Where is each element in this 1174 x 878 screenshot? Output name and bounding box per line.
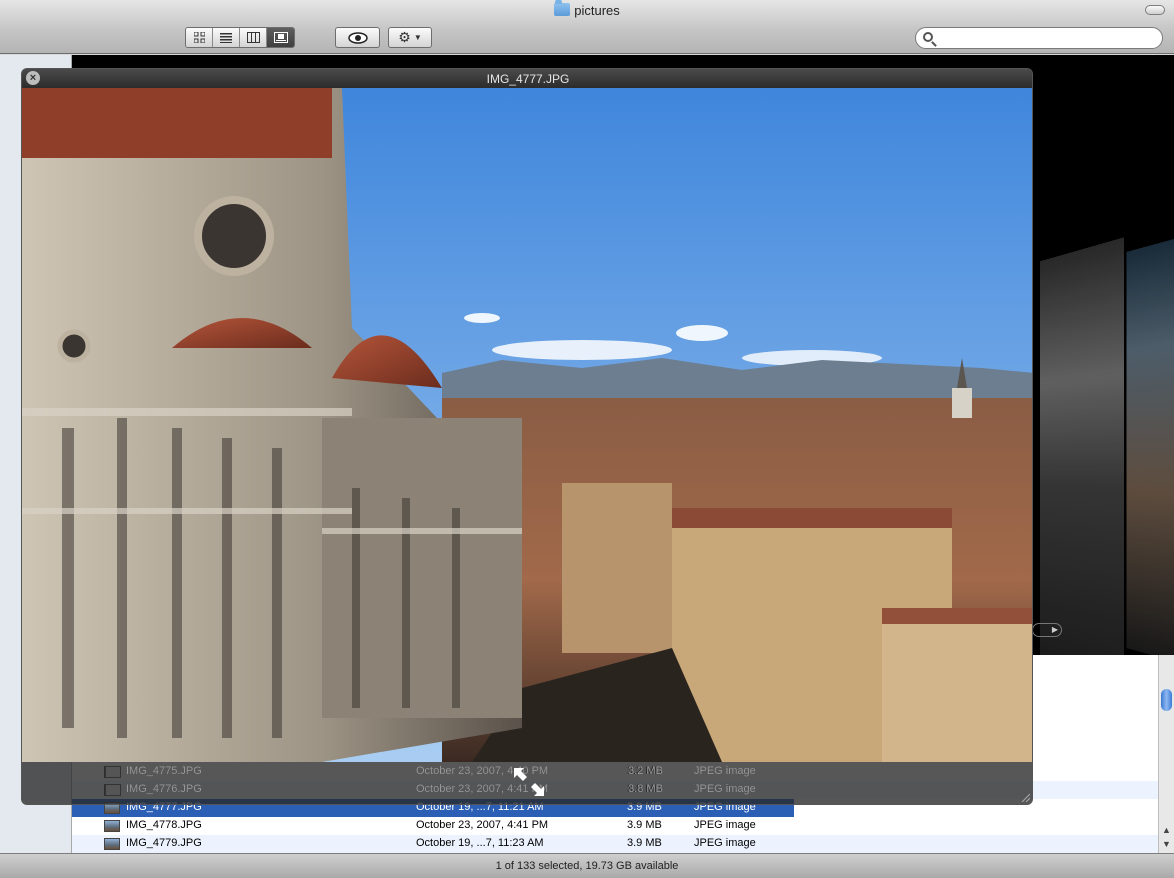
quick-look-panel: × IMG_4777.JPG IMG_4775.JPG October 23, … xyxy=(21,68,1033,805)
file-kind: JPEG image xyxy=(694,783,756,795)
fullscreen-icon[interactable] xyxy=(512,766,546,798)
coverflow-scrollbar[interactable]: ▶ xyxy=(1032,623,1062,637)
file-thumbnail xyxy=(105,766,121,778)
action-menu-button[interactable]: ⚙ ▼ xyxy=(388,27,432,48)
quick-look-button[interactable] xyxy=(335,27,380,48)
status-text: 1 of 133 selected, 19.73 GB available xyxy=(495,860,679,872)
file-kind: JPEG image xyxy=(694,819,756,831)
file-name: IMG_4778.JPG xyxy=(126,819,202,831)
file-size: 3.9 MB xyxy=(627,819,662,831)
file-row[interactable]: IMG_4778.JPG October 23, 2007, 4:41 PM 3.9… xyxy=(72,817,1158,835)
file-date: October 19, ...7, 11:23 AM xyxy=(416,837,544,849)
quick-look-title: IMG_4777.JPG xyxy=(486,72,570,86)
coverflow-view-button[interactable] xyxy=(267,28,294,47)
status-bar: 1 of 133 selected, 19.73 GB available xyxy=(0,853,1174,878)
vertical-scrollbar[interactable]: ▲ ▼ xyxy=(1158,655,1174,853)
file-name: IMG_4779.JPG xyxy=(126,837,202,849)
column-view-icon xyxy=(246,32,260,43)
search-input[interactable] xyxy=(938,30,1156,46)
file-thumbnail xyxy=(104,820,120,832)
file-size: 3.2 MB xyxy=(628,765,663,777)
florence-cathedral-photo xyxy=(22,88,1032,762)
search-field[interactable] xyxy=(915,27,1163,49)
file-kind: JPEG image xyxy=(694,837,756,849)
folder-icon xyxy=(554,0,571,16)
window-title: pictures xyxy=(0,0,1174,18)
file-row[interactable]: IMG_4779.JPG October 19, ...7, 11:23 AM 3.… xyxy=(72,835,1158,853)
view-mode-selector xyxy=(185,27,295,48)
window-title-text: pictures xyxy=(574,3,620,18)
file-size: 3.9 MB xyxy=(627,837,662,849)
toolbar-toggle-button[interactable] xyxy=(1145,5,1165,15)
list-view-button[interactable] xyxy=(213,28,240,47)
file-size: 3.8 MB xyxy=(628,783,663,795)
quick-look-header: × IMG_4777.JPG xyxy=(22,69,1032,88)
scrollbar-thumb[interactable] xyxy=(1161,689,1172,711)
quick-look-controls: IMG_4775.JPG October 23, 2007, 4:40 PM 3… xyxy=(22,762,1032,804)
coverflow-side-image[interactable] xyxy=(1126,237,1174,663)
list-view-icon xyxy=(220,32,232,43)
gear-icon: ⚙ xyxy=(398,29,411,45)
window-toolbar: pictures ⚙ ▼ xyxy=(0,0,1174,54)
icon-view-icon xyxy=(193,32,205,43)
file-date: October 23, 2007, 4:41 PM xyxy=(416,819,549,831)
coverflow-view-icon xyxy=(273,32,288,43)
file-kind: JPEG image xyxy=(694,765,756,777)
file-name: IMG_4775.JPG xyxy=(126,765,202,777)
column-view-button[interactable] xyxy=(240,28,267,47)
scroll-down-arrow-icon[interactable]: ▼ xyxy=(1162,839,1171,849)
icon-view-button[interactable] xyxy=(186,28,213,47)
eye-icon xyxy=(347,31,368,44)
resize-grip-icon[interactable] xyxy=(1020,792,1030,802)
file-thumbnail xyxy=(105,784,121,796)
file-name: IMG_4776.JPG xyxy=(126,783,202,795)
scroll-up-arrow-icon[interactable]: ▲ xyxy=(1162,825,1171,835)
chevron-down-icon: ▼ xyxy=(413,33,422,42)
file-thumbnail xyxy=(104,838,120,850)
search-icon xyxy=(923,32,933,42)
preview-image xyxy=(22,88,1032,762)
